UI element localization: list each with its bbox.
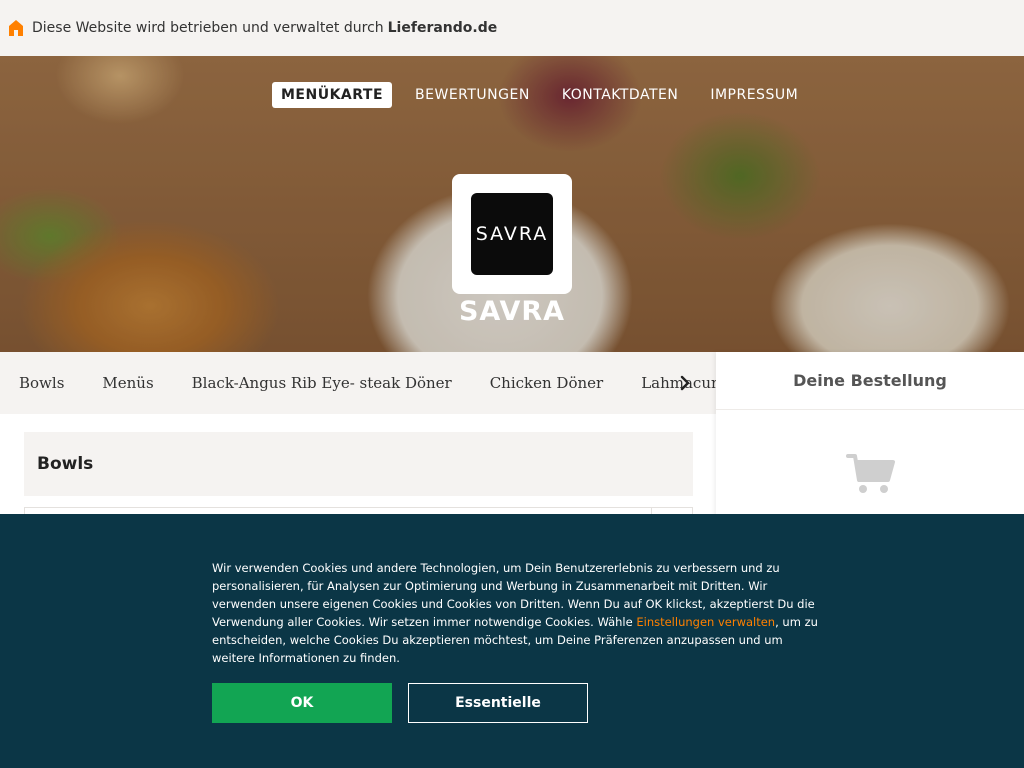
- cookie-settings-link[interactable]: Einstellungen verwalten: [636, 615, 775, 629]
- restaurant-logo: SAVRA: [452, 174, 572, 294]
- basket-title: Deine Bestellung: [716, 352, 1024, 410]
- nav-impressum[interactable]: IMPRESSUM: [701, 82, 807, 108]
- top-info-bar: Diese Website wird betrieben und verwalt…: [0, 0, 1024, 56]
- nav-kontaktdaten[interactable]: KONTAKTDATEN: [553, 82, 688, 108]
- category-menus[interactable]: Menüs: [102, 374, 153, 392]
- cookie-ok-button[interactable]: OK: [212, 683, 392, 723]
- category-bar: Bowls Menüs Black-Angus Rib Eye- steak D…: [0, 352, 721, 414]
- hero-nav: MENÜKARTE BEWERTUNGEN KONTAKTDATEN IMPRE…: [272, 82, 807, 108]
- cart-icon: [846, 454, 895, 493]
- category-chicken-doener[interactable]: Chicken Döner: [490, 374, 604, 392]
- hero-banner: MENÜKARTE BEWERTUNGEN KONTAKTDATEN IMPRE…: [0, 56, 1024, 352]
- category-bowls[interactable]: Bowls: [19, 374, 64, 392]
- operator-brand-link[interactable]: Lieferando.de: [388, 20, 498, 36]
- house-icon: [9, 20, 23, 36]
- operator-notice: Diese Website wird betrieben und verwalt…: [32, 20, 384, 36]
- cookie-text: Wir verwenden Cookies und andere Technol…: [212, 559, 822, 667]
- nav-menukarte[interactable]: MENÜKARTE: [272, 82, 393, 108]
- chevron-right-icon[interactable]: [676, 374, 694, 392]
- cookie-banner: Wir verwenden Cookies und andere Technol…: [0, 514, 1024, 768]
- section-title-bowls: Bowls: [24, 432, 693, 496]
- cookie-essential-button[interactable]: Essentielle: [408, 683, 588, 723]
- logo-mark: SAVRA: [471, 193, 553, 275]
- restaurant-name: SAVRA: [458, 296, 566, 327]
- category-black-angus[interactable]: Black-Angus Rib Eye- steak Döner: [192, 374, 452, 392]
- nav-bewertungen[interactable]: BEWERTUNGEN: [406, 82, 539, 108]
